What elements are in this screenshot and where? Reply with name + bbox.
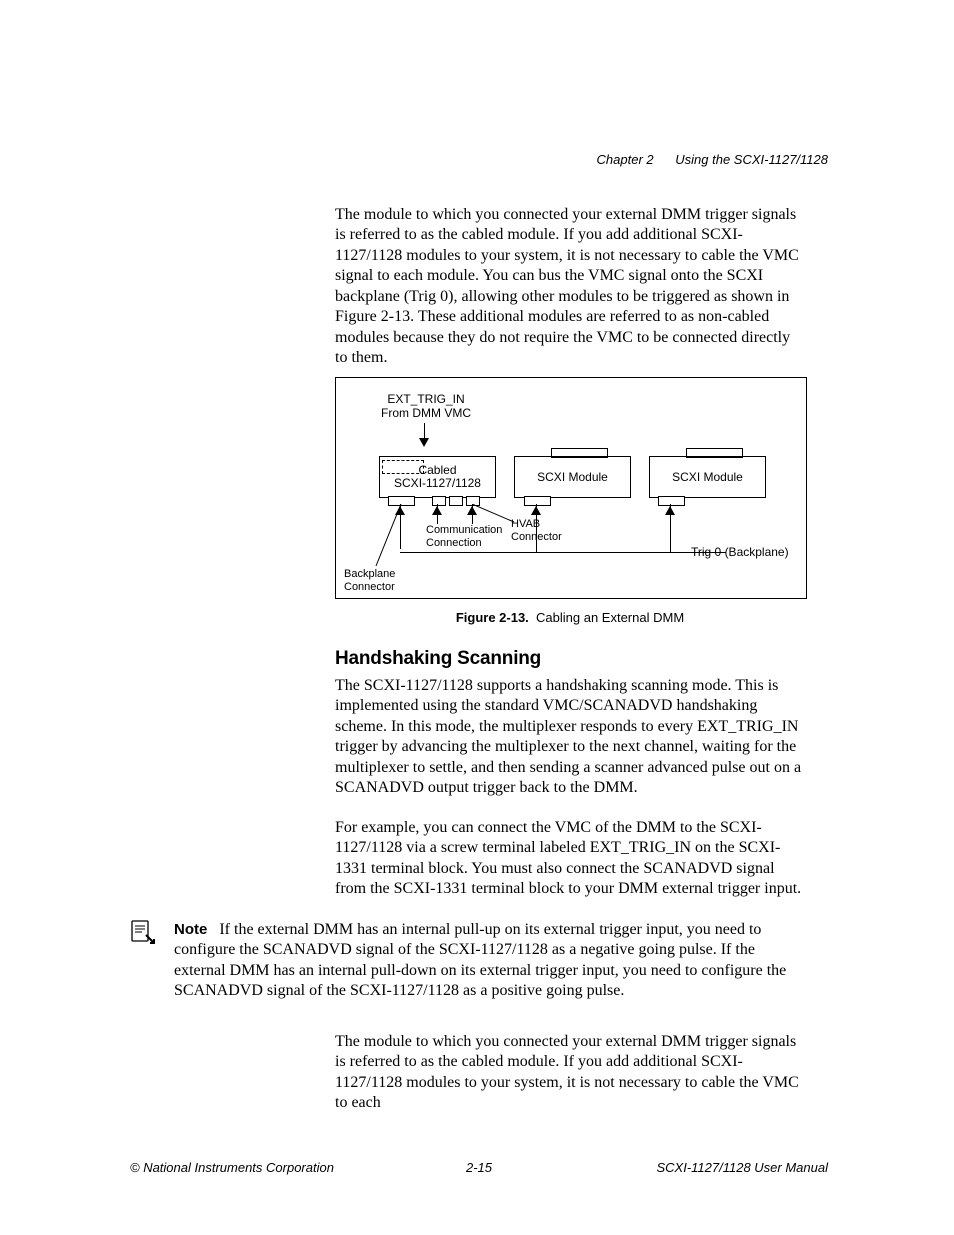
figure-number: Figure 2-13.: [456, 610, 529, 625]
callout-line: [472, 504, 517, 524]
backplane-line: [400, 552, 726, 553]
paragraph-handshake-1: The SCXI-1127/1128 supports a handshakin…: [335, 676, 805, 799]
backplane-conn-label: Backplane Connector: [344, 568, 414, 593]
bottom-connector: [658, 496, 685, 506]
bottom-connector: [524, 496, 551, 506]
ext-trig-label: EXT_TRIG_IN From DMM VMC: [366, 393, 486, 421]
note-icon: [128, 918, 156, 946]
bottom-connector: [432, 496, 446, 506]
bottom-connector: [449, 496, 463, 506]
arrow-line: [424, 423, 425, 438]
note-label: Note: [174, 921, 207, 938]
figure-caption: Figure 2-13. Cabling an External DMM: [335, 610, 805, 625]
chapter-number: Chapter 2: [597, 152, 654, 167]
dashed-region: [382, 460, 424, 474]
arrow-up-icon: [531, 506, 541, 515]
page-header: Chapter 2 Using the SCXI-1127/1128: [597, 152, 828, 167]
footer-manual-title: SCXI-1127/1128 User Manual: [656, 1160, 828, 1175]
paragraph-cabled-repeat: The module to which you connected your e…: [335, 1032, 805, 1114]
chapter-title: Using the SCXI-1127/1128: [675, 152, 828, 167]
arrow-down-icon: [419, 438, 429, 447]
hvab-label: HVAB Connector: [511, 518, 571, 543]
paragraph-handshake-2: For example, you can connect the VMC of …: [335, 818, 805, 900]
note-text: If the external DMM has an internal pull…: [174, 921, 786, 999]
module-scxi-1: SCXI Module: [514, 456, 631, 498]
trig0-label: Trig 0 (Backplane): [691, 546, 801, 560]
paragraph-intro: The module to which you connected your e…: [335, 205, 805, 369]
arrow-up-icon: [432, 506, 442, 515]
figure-caption-text: Cabling an External DMM: [536, 610, 684, 625]
heading-handshaking: Handshaking Scanning: [335, 648, 541, 670]
arrow-up-icon: [665, 506, 675, 515]
callout-line: [371, 504, 406, 569]
module-scxi-2: SCXI Module: [649, 456, 766, 498]
comm-conn-label: Communication Connection: [426, 524, 516, 549]
note-block: Note If the external DMM has an internal…: [174, 920, 804, 1002]
figure-2-13: EXT_TRIG_IN From DMM VMC Cabled SCXI-112…: [335, 377, 807, 599]
